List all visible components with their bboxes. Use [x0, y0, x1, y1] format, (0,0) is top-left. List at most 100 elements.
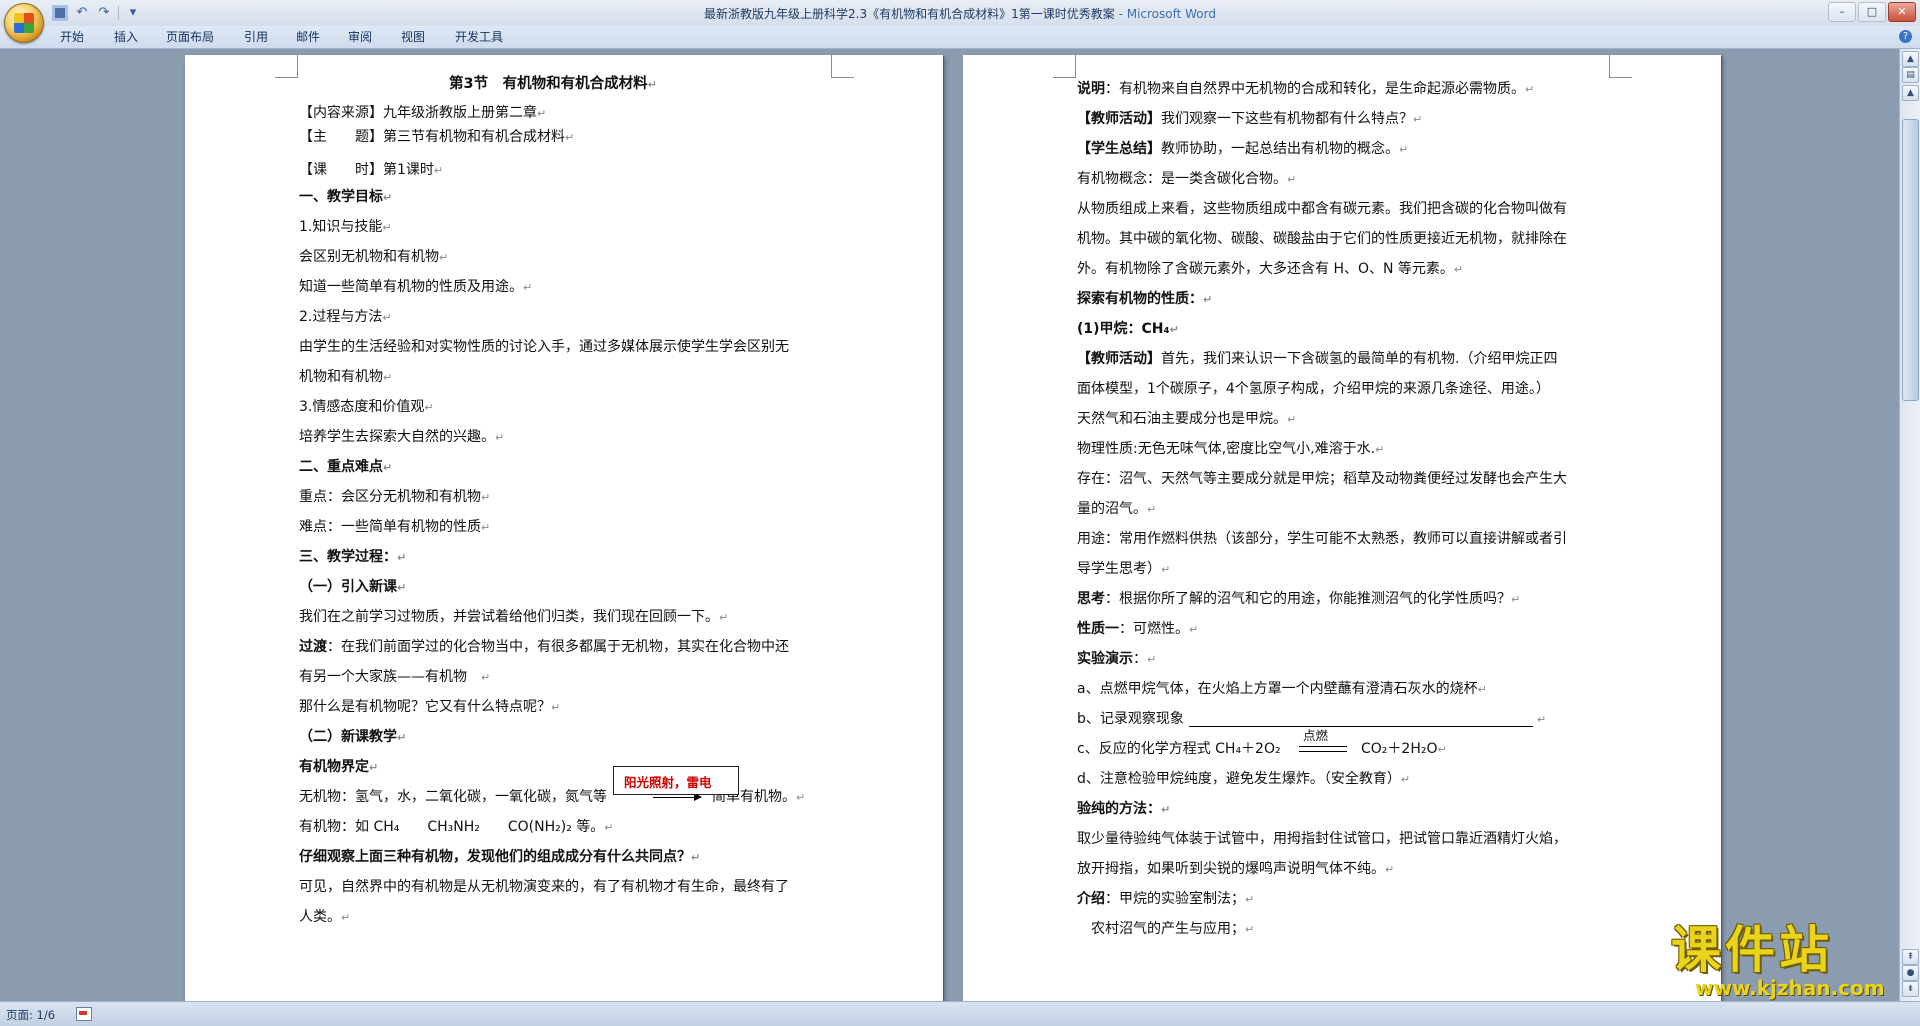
- minimize-button[interactable]: –: [1828, 2, 1856, 22]
- text-line: d、注意检验甲烷纯度，避免发生爆炸。（安全教育）↵: [1077, 771, 1411, 787]
- answer-blank: [1189, 726, 1533, 727]
- ruler-toggle-icon[interactable]: ▤: [1902, 67, 1919, 83]
- office-logo-icon: [14, 13, 34, 33]
- text-line: 思考：根据你所了解的沼气和它的用途，你能推测沼气的化学性质吗？↵: [1077, 591, 1521, 607]
- equation-line: [1299, 751, 1347, 752]
- text-line: 【课 时】第1课时↵: [299, 162, 444, 178]
- equation-line: [1299, 746, 1347, 747]
- text-line: b、记录观察现象: [1077, 711, 1184, 727]
- window-title: 最新浙教版九年级上册科学2.3《有机物和有机合成材料》1第一课时优秀教案 - M…: [0, 5, 1920, 22]
- status-bar: 页面: 1/6: [0, 1001, 1920, 1026]
- ribbon-tabs: 开始 插入 页面布局 引用 邮件 审阅 视图 开发工具 ?: [0, 26, 1920, 49]
- tab-mailings[interactable]: 邮件: [288, 29, 328, 45]
- close-button[interactable]: ✕: [1888, 2, 1916, 22]
- watermark-title: 课件站: [1671, 921, 1833, 979]
- proofing-icon[interactable]: [76, 1007, 92, 1021]
- text-line: 有机物概念：是一类含碳化合物。↵: [1077, 171, 1297, 187]
- section-heading: （一）引入新课↵: [299, 579, 407, 595]
- text-line: 用途：常用作燃料供热（该部分，学生可能不太熟悉，教师可以直接讲解或者引: [1077, 531, 1567, 547]
- scroll-prev-icon[interactable]: ▲: [1902, 85, 1919, 101]
- office-button[interactable]: [4, 3, 44, 43]
- chemical-equation: CO₂＋2H₂O↵: [1361, 741, 1447, 757]
- text-line: 有另一个大家族——有机物 ↵: [299, 669, 491, 685]
- tab-insert[interactable]: 插入: [106, 29, 146, 45]
- watermark-url: www.kjzhan.com: [1695, 976, 1885, 1000]
- text-line: 1.知识与技能↵: [299, 219, 392, 235]
- maximize-button[interactable]: □: [1858, 2, 1886, 22]
- text-line: 有机物：如 CH₄ CH₃NH₂ CO(NH₂)₂ 等。↵: [299, 819, 614, 835]
- text-line: 说明：有机物来自自然界中无机物的合成和转化，是生命起源必需物质。↵: [1077, 81, 1535, 97]
- text-line: 【主 题】第三节有机物和有机合成材料↵: [299, 129, 575, 145]
- text-line: 导学生思考）↵: [1077, 561, 1171, 577]
- callout-box[interactable]: 阳光照射，雷电: [613, 766, 739, 795]
- document-area[interactable]: 第3节 有机物和有机合成材料↵ 【内容来源】九年级浙教版上册第二章↵ 【主 题】…: [0, 49, 1900, 1001]
- text-line: 农村沼气的产生与应用；↵: [1077, 921, 1255, 937]
- reaction-arrow: [653, 793, 702, 801]
- text-line: 可见，自然界中的有机物是从无机物演变来的，有了有机物才有生命，最终有了: [299, 879, 789, 895]
- text-line: 机物。其中碳的氧化物、碳酸、碳酸盐由于它们的性质更接近无机物，就排除在: [1077, 231, 1567, 247]
- text-line: 难点：一些简单有机物的性质↵: [299, 519, 491, 535]
- text-line: a、点燃甲烷气体，在火焰上方罩一个内壁蘸有澄清石灰水的烧杯↵: [1077, 681, 1487, 697]
- text-line: 我们在之前学习过物质，并尝试着给他们归类，我们现在回顾一下。↵: [299, 609, 729, 625]
- crop-mark: [1053, 55, 1076, 78]
- para-mark: ↵: [1537, 713, 1547, 726]
- text-line: 存在：沼气、天然气等主要成分就是甲烷；稻草及动物粪便经过发酵也会产生大: [1077, 471, 1567, 487]
- text-line: 【教师活动】首先，我们来认识一下含碳氢的最简单的有机物.（介绍甲烷正四: [1077, 351, 1558, 367]
- tab-home[interactable]: 开始: [52, 29, 92, 45]
- page-2[interactable]: 说明：有机物来自自然界中无机物的合成和转化，是生命起源必需物质。↵ 【教师活动】…: [963, 55, 1721, 1001]
- tab-review[interactable]: 审阅: [340, 29, 380, 45]
- text-line: 机物和有机物↵: [299, 369, 393, 385]
- title-bar: ↶ ↷ ▾ 最新浙教版九年级上册科学2.3《有机物和有机合成材料》1第一课时优秀…: [0, 0, 1920, 43]
- text-line: 【内容来源】九年级浙教版上册第二章↵: [299, 105, 547, 121]
- chemical-equation: c、反应的化学方程式 CH₄＋2O₂: [1077, 741, 1281, 757]
- tab-view[interactable]: 视图: [393, 29, 433, 45]
- text-line: 那什么是有机物呢？它又有什么特点呢？↵: [299, 699, 561, 715]
- text-line: 实验演示：↵: [1077, 651, 1157, 667]
- text-line: 【学生总结】教师协助，一起总结出有机物的概念。↵: [1077, 141, 1409, 157]
- section-heading: （二）新课教学↵: [299, 729, 407, 745]
- text-line: 3.情感态度和价值观↵: [299, 399, 434, 415]
- text-line: 介绍：甲烷的实验室制法；↵: [1077, 891, 1255, 907]
- text-line: 无机物：氢气，水，二氧化碳，一氧化碳，氮气等: [299, 789, 607, 805]
- text-line: 天然气和石油主要成分也是甲烷。↵: [1077, 411, 1297, 427]
- section-heading: 仔细观察上面三种有机物，发现他们的组成成分有什么共同点？↵: [299, 849, 701, 865]
- app-name: - Microsoft Word: [1114, 7, 1216, 21]
- scroll-up-icon[interactable]: ▲: [1902, 51, 1919, 67]
- page-indicator[interactable]: 页面: 1/6: [6, 1007, 55, 1023]
- text-line: 面体模型，1个碳原子，4个氢原子构成，介绍甲烷的来源几条途径、用途。）: [1077, 381, 1550, 397]
- text-line: 重点：会区分无机物和有机物↵: [299, 489, 491, 505]
- text-line: 从物质组成上来看，这些物质组成中都含有碳元素。我们把含碳的化合物叫做有: [1077, 201, 1567, 217]
- document-title: 最新浙教版九年级上册科学2.3《有机物和有机合成材料》1第一课时优秀教案: [704, 7, 1115, 21]
- section-heading: 有机物界定↵: [299, 759, 379, 775]
- page-1[interactable]: 第3节 有机物和有机合成材料↵ 【内容来源】九年级浙教版上册第二章↵ 【主 题】…: [185, 55, 943, 1001]
- condition-label: 点燃: [1303, 728, 1329, 743]
- crop-mark: [831, 55, 854, 78]
- site-watermark: 课件站 www.kjzhan.com: [1665, 922, 1911, 1000]
- text-line: 知道一些简单有机物的性质及用途。↵: [299, 279, 533, 295]
- callout-text: 阳光照射，雷电: [624, 775, 712, 790]
- text-line: 量的沼气。↵: [1077, 501, 1157, 517]
- vertical-scrollbar[interactable]: ▲ ▤ ▲ ⇞ ● ⇟: [1899, 49, 1920, 1001]
- text-line: 取少量待验纯气体装于试管中，用拇指封住试管口，把试管口靠近酒精灯火焰，: [1077, 831, 1567, 847]
- section-heading: 一、教学目标↵: [299, 189, 393, 205]
- section-heading: 探索有机物的性质：↵: [1077, 291, 1213, 307]
- section-heading: (1)甲烷：CH₄↵: [1077, 321, 1179, 337]
- section-heading: 三、教学过程：↵: [299, 549, 407, 565]
- text-line: 由学生的生活经验和对实物性质的讨论入手，通过多媒体展示使学生学会区别无: [299, 339, 789, 355]
- scroll-thumb[interactable]: [1902, 119, 1919, 401]
- text-line: 放开拇指，如果听到尖锐的爆鸣声说明气体不纯。↵: [1077, 861, 1395, 877]
- help-icon[interactable]: ?: [1899, 30, 1912, 43]
- text-line: 外。有机物除了含碳元素外，大多还含有 H、O、N 等元素。↵: [1077, 261, 1464, 277]
- window-controls: – □ ✕: [1828, 2, 1916, 22]
- text-line: 过渡：在我们前面学过的化合物当中，有很多都属于无机物，其实在化合物中还: [299, 639, 789, 655]
- document-heading: 第3节 有机物和有机合成材料↵: [449, 76, 657, 92]
- text-line: 培养学生去探索大自然的兴趣。↵: [299, 429, 505, 445]
- text-line: 物理性质:无色无味气体,密度比空气小,难溶于水.↵: [1077, 441, 1385, 457]
- text-line: 人类。↵: [299, 909, 351, 925]
- tab-references[interactable]: 引用: [236, 29, 276, 45]
- tab-developer[interactable]: 开发工具: [447, 29, 511, 45]
- tab-page-layout[interactable]: 页面布局: [158, 29, 222, 45]
- text-line: 性质一：可燃性。↵: [1077, 621, 1199, 637]
- text-line: 会区别无机物和有机物↵: [299, 249, 449, 265]
- section-heading: 验纯的方法：↵: [1077, 801, 1171, 817]
